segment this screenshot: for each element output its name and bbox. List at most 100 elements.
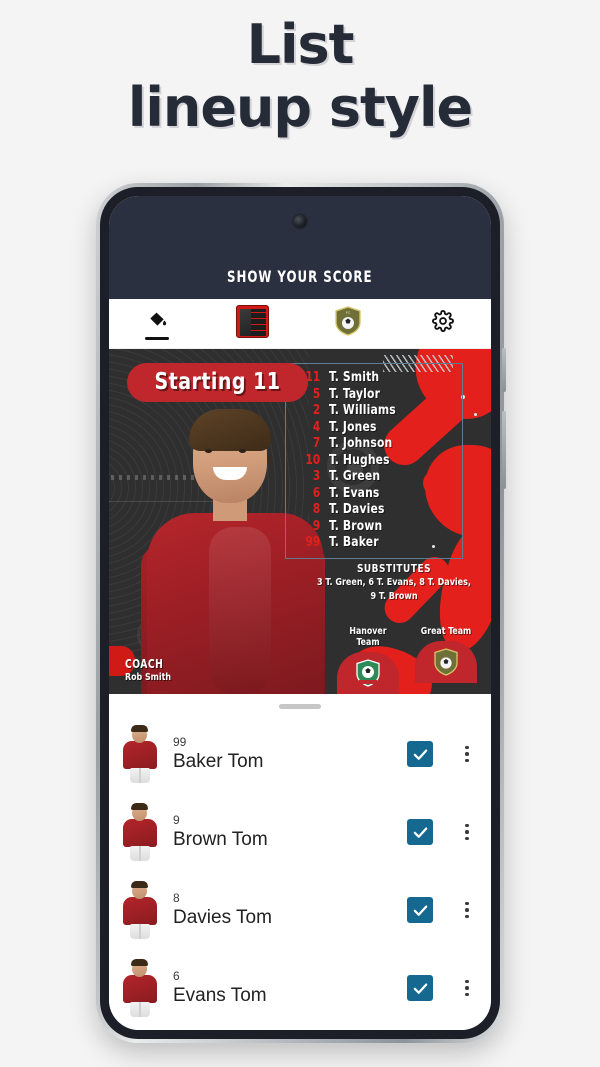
poster-lineup-name: T. Williams [329, 403, 396, 418]
poster-lineup-name: T. Brown [329, 518, 383, 534]
poster-lineup-number: 9 [312, 518, 321, 534]
phone-volume-button[interactable] [502, 348, 506, 392]
app-header: SHOW YOUR SCORE [109, 196, 491, 299]
tab-team-badge[interactable]: FC [300, 299, 396, 348]
player-overflow-menu[interactable] [457, 745, 477, 763]
page-headline: List lineup style [0, 0, 600, 140]
poster-lineup-row: 6 T. Evans [286, 486, 460, 503]
player-number: 6 [173, 968, 180, 983]
player-name: Brown Tom [173, 828, 268, 850]
player-checkbox[interactable] [407, 975, 433, 1001]
substitutes-line-1: 3 T. Green, 6 T. Evans, 8 T. Davies, [317, 577, 471, 588]
coach-title: COACH [125, 657, 164, 671]
team-home-name: Hanover Team [349, 626, 387, 648]
poster-lineup-name: T. Taylor [329, 386, 381, 402]
poster-lineup-name: T. Baker [329, 535, 379, 550]
poster-lineup-row: 4 T. Jones [286, 420, 460, 437]
tab-indicator-placeholder-2 [336, 337, 360, 340]
poster-lineup-number: 2 [312, 403, 321, 418]
poster-lineup-number: 6 [312, 485, 321, 501]
player-checkbox[interactable] [407, 819, 433, 845]
svg-text:FC: FC [345, 311, 350, 315]
tab-active-indicator [144, 337, 169, 340]
poster-lineup-row: 2 T. Williams [286, 403, 460, 420]
player-avatar [119, 803, 161, 861]
headline-line-2: lineup style [127, 76, 473, 139]
tab-bar: FC [109, 299, 491, 349]
coach-label: COACH Rob Smith [125, 657, 177, 683]
player-list-item[interactable]: 9 Brown Tom [109, 793, 491, 871]
coach-name: Rob Smith [125, 672, 172, 683]
poster-lineup-number: 8 [312, 502, 321, 517]
player-list-sheet: 99 Baker Tom 9 Brown Tom 8 Davies Tom 6 Evans T… [109, 694, 491, 1030]
poster-lineup-number: 10 [305, 452, 321, 468]
check-icon [413, 982, 427, 994]
tab-fill-style[interactable] [109, 299, 205, 348]
player-overflow-menu[interactable] [457, 901, 477, 919]
poster-lineup-row: 7 T. Johnson [286, 436, 460, 453]
player-list-item[interactable]: 99 Baker Tom [109, 715, 491, 793]
tab-settings[interactable] [396, 299, 492, 348]
crest-icon [356, 659, 380, 687]
shield-icon: FC [334, 306, 362, 336]
player-overflow-menu[interactable] [457, 823, 477, 841]
phone-power-button[interactable] [502, 411, 506, 489]
crest-icon [434, 648, 458, 676]
poster-lineup-row: 11 T. Smith [286, 370, 460, 387]
sheet-drag-handle[interactable] [279, 704, 321, 709]
poster-lineup-name: T. Smith [329, 370, 380, 385]
poster-lineup-number: 3 [312, 469, 321, 484]
substitutes-block: SUBSTITUTES 3 T. Green, 6 T. Evans, 8 T.… [305, 562, 483, 603]
phone-screen: SHOW YOUR SCORE FC COACH Rob Smith Start… [109, 196, 491, 1030]
poster-lineup-row: 8 T. Davies [286, 502, 460, 519]
player-number: 9 [173, 812, 180, 827]
team-away: Great Team [415, 626, 477, 694]
player-list-item[interactable]: 8 Davies Tom [109, 871, 491, 949]
poster-lineup-number: 99 [305, 535, 321, 550]
team-home: Hanover Team [337, 626, 399, 694]
poster-lineup-row: 10 T. Hughes [286, 453, 460, 470]
team-away-badge [415, 641, 477, 683]
poster-lineup-list: 11 T. Smith 5 T. Taylor 2 T. Williams 4 T. Jone… [285, 363, 463, 559]
player-name: Baker Tom [173, 750, 264, 772]
poster-lineup-name: T. Hughes [329, 452, 390, 468]
poster-lineup-row: 99 T. Baker [286, 535, 460, 552]
starting-eleven-badge: Starting 11 [127, 363, 308, 402]
substitutes-title: SUBSTITUTES [356, 562, 432, 575]
tab-indicator-placeholder-3 [431, 337, 455, 340]
player-info: 6 Evans Tom [173, 969, 407, 1008]
poster-lineup-row: 9 T. Brown [286, 519, 460, 536]
team-crests: Hanover Team Great Team [337, 626, 477, 694]
lineup-poster-preview[interactable]: COACH Rob Smith Starting 11 11 T. Smith 5 T… [109, 349, 491, 694]
gear-icon [432, 307, 455, 335]
substitutes-line-2: 9 T. Brown [370, 591, 418, 602]
poster-lineup-row: 5 T. Taylor [286, 387, 460, 404]
check-icon [413, 748, 427, 760]
player-info: 99 Baker Tom [173, 735, 407, 774]
player-name: Evans Tom [173, 984, 267, 1006]
poster-lineup-number: 4 [312, 419, 321, 435]
headline-line-1: List [246, 13, 355, 76]
starting-eleven-label: Starting 11 [154, 369, 281, 395]
check-icon [413, 904, 427, 916]
player-avatar [119, 881, 161, 939]
paint-bucket-icon [147, 307, 167, 335]
poster-lineup-name: T. Davies [329, 502, 385, 517]
player-checkbox[interactable] [407, 741, 433, 767]
player-overflow-menu[interactable] [457, 979, 477, 997]
player-list-item[interactable]: 6 Evans Tom [109, 949, 491, 1027]
team-home-badge [337, 652, 399, 694]
front-camera-icon [293, 215, 307, 228]
poster-lineup-name: T. Green [329, 469, 381, 484]
poster-lineup-name: T. Johnson [329, 436, 393, 451]
tab-template[interactable] [205, 299, 301, 348]
poster-lineup-name: T. Jones [329, 419, 377, 435]
player-number: 99 [173, 734, 187, 749]
player-avatar [119, 725, 161, 783]
check-icon [413, 826, 427, 838]
app-title: SHOW YOUR SCORE [227, 267, 373, 286]
poster-lineup-name: T. Evans [329, 485, 380, 501]
player-checkbox[interactable] [407, 897, 433, 923]
player-avatar [119, 959, 161, 1017]
player-info: 8 Davies Tom [173, 891, 407, 930]
